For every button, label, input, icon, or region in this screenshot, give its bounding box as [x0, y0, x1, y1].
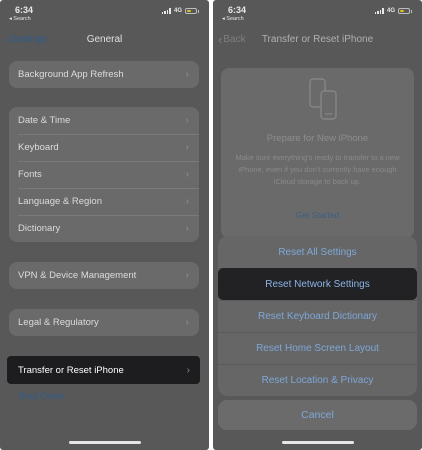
chevron-right-icon: › — [185, 317, 189, 328]
chevron-right-icon: › — [185, 69, 189, 80]
transfer-reset-screen: 6:34 ◂ Search 4G ‹ Back Transfer or Rese… — [213, 0, 422, 450]
settings-row-language-region[interactable]: Language & Region › — [9, 188, 199, 215]
row-label: VPN & Device Management — [18, 270, 137, 281]
home-indicator[interactable] — [281, 441, 354, 444]
chevron-right-icon: › — [185, 270, 189, 281]
reset-keyboard-dictionary-option[interactable]: Reset Keyboard Dictionary — [218, 300, 417, 332]
page-title: General — [86, 34, 123, 45]
signal-icon — [374, 8, 384, 14]
status-back-to-search[interactable]: ◂ Search — [222, 16, 244, 22]
settings-row-dictionary[interactable]: Dictionary › — [9, 215, 199, 242]
battery-icon — [398, 8, 410, 14]
settings-row-keyboard[interactable]: Keyboard › — [9, 134, 199, 161]
reset-action-sheet: Reset All Settings Reset Keyboard Dictio… — [218, 236, 417, 396]
network-type: 4G — [386, 8, 395, 14]
settings-group-legal: Legal & Regulatory › — [9, 309, 199, 336]
page-title: Transfer or Reset iPhone — [261, 34, 374, 45]
network-type: 4G — [173, 8, 182, 14]
shut-down-link[interactable]: Shut Down — [18, 391, 64, 402]
settings-row-vpn-device-management[interactable]: VPN & Device Management › — [9, 262, 199, 289]
prepare-title: Prepare for New iPhone — [266, 133, 369, 144]
row-label: Background App Refresh — [18, 69, 124, 80]
prepare-new-iphone-card: Prepare for New iPhone Make sure everyth… — [221, 68, 414, 238]
signal-icon — [161, 8, 171, 14]
status-time: 6:34 — [15, 5, 34, 15]
prepare-description: Make sure everything's ready to transfer… — [235, 153, 400, 186]
chevron-right-icon: › — [185, 169, 189, 180]
reset-network-settings-option[interactable]: Reset Network Settings — [218, 268, 417, 300]
row-label: Dictionary — [18, 223, 61, 234]
chevron-right-icon: › — [185, 142, 189, 153]
row-label: Transfer or Reset iPhone — [18, 364, 124, 376]
reset-all-settings-option[interactable]: Reset All Settings — [218, 236, 417, 268]
row-label: Legal & Regulatory — [18, 317, 99, 328]
row-label: Date & Time — [18, 115, 71, 126]
settings-row-fonts[interactable]: Fonts › — [9, 161, 199, 188]
settings-row-background-app-refresh[interactable]: Background App Refresh › — [9, 61, 199, 88]
chevron-right-icon: › — [185, 196, 189, 207]
status-icons: 4G — [374, 8, 412, 14]
settings-row-legal-regulatory[interactable]: Legal & Regulatory › — [9, 309, 199, 336]
status-back-to-search[interactable]: ◂ Search — [9, 16, 31, 22]
settings-row-date-time[interactable]: Date & Time › — [9, 107, 199, 134]
get-started-button[interactable]: Get Started — [221, 210, 414, 220]
chevron-right-icon: › — [185, 223, 189, 234]
row-label: Keyboard — [18, 142, 59, 153]
battery-icon — [185, 8, 197, 14]
chevron-right-icon: › — [185, 115, 189, 126]
cancel-button[interactable]: Cancel — [218, 400, 417, 430]
settings-row-transfer-or-reset[interactable]: Transfer or Reset iPhone › — [7, 356, 200, 384]
reset-location-privacy-option[interactable]: Reset Location & Privacy — [218, 364, 417, 396]
status-time: 6:34 — [228, 5, 247, 15]
phones-transfer-icon — [309, 78, 337, 120]
home-indicator[interactable] — [68, 441, 141, 444]
general-settings-screen: 6:34 ◂ Search 4G ‹ Settings General Back… — [0, 0, 209, 450]
row-label: Language & Region — [18, 196, 102, 207]
row-label: Fonts — [18, 169, 42, 180]
status-icons: 4G — [161, 8, 199, 14]
settings-group-vpn: VPN & Device Management › — [9, 262, 199, 289]
settings-group-locale: Date & Time › Keyboard › Fonts › Languag… — [9, 107, 199, 242]
reset-home-screen-layout-option[interactable]: Reset Home Screen Layout — [218, 332, 417, 364]
chevron-right-icon: › — [186, 364, 190, 376]
settings-group-refresh: Background App Refresh › — [9, 61, 199, 88]
